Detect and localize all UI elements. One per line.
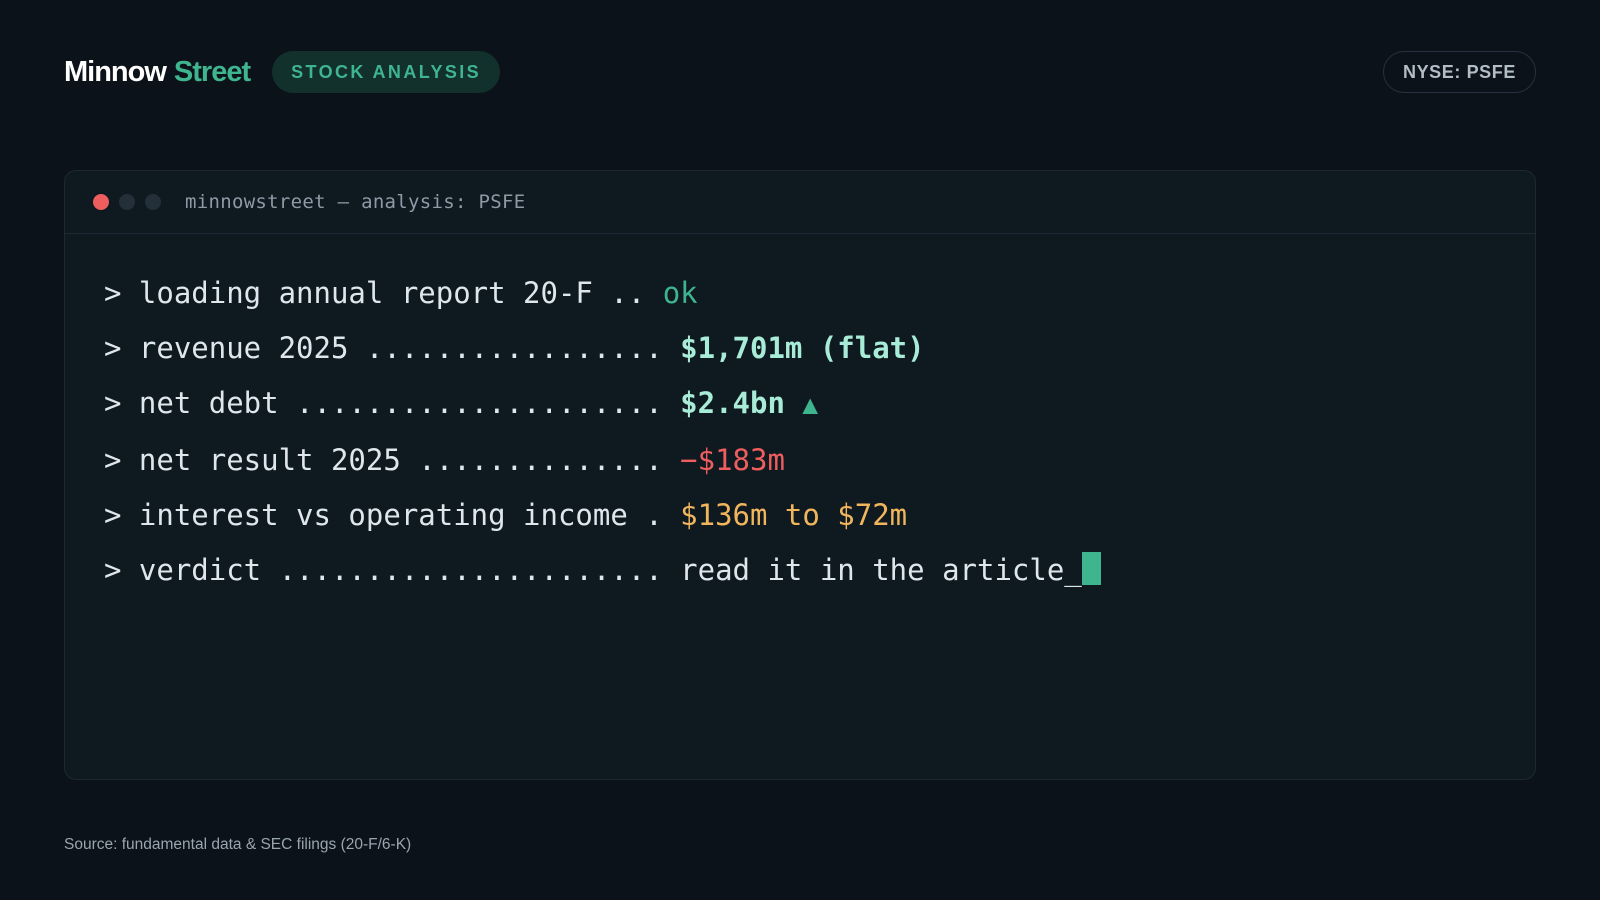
prompt-symbol: > bbox=[104, 498, 139, 532]
terminal-title: minnowstreet — analysis: PSFE bbox=[185, 191, 526, 213]
terminal-line-loading: > loading annual report 20-F .. ok bbox=[104, 266, 1535, 321]
terminal-line-interest: > interest vs operating income . $136m t… bbox=[104, 488, 1535, 543]
minimize-dot-icon bbox=[119, 194, 135, 210]
trend-up-icon: ▲ bbox=[802, 390, 819, 420]
terminal-line-net-debt: > net debt ..................... $2.4bn … bbox=[104, 376, 1535, 433]
brand-name-part2: Street bbox=[173, 55, 251, 88]
line-label: net debt ..................... bbox=[138, 386, 681, 420]
maximize-dot-icon bbox=[145, 194, 161, 210]
text-cursor-icon bbox=[1081, 552, 1101, 585]
revenue-value: $1,701m (flat) bbox=[680, 331, 925, 365]
line-label: loading annual report 20-F .. bbox=[138, 276, 663, 310]
page-header: Minnow Street STOCK ANALYSIS NYSE: PSFE bbox=[64, 50, 1536, 94]
net-result-value: −$183m bbox=[680, 443, 785, 477]
line-label: interest vs operating income . bbox=[138, 498, 681, 532]
terminal-line-verdict: > verdict ...................... read it… bbox=[104, 543, 1535, 598]
terminal-line-net-result: > net result 2025 .............. −$183m bbox=[104, 433, 1535, 488]
interest-value: $136m to $72m bbox=[680, 498, 908, 532]
source-note: Source: fundamental data & SEC filings (… bbox=[64, 836, 412, 853]
line-label: net result 2025 .............. bbox=[138, 443, 681, 477]
section-tag: STOCK ANALYSIS bbox=[272, 51, 501, 93]
terminal-window: minnowstreet — analysis: PSFE > loading … bbox=[64, 170, 1536, 780]
terminal-output: > loading annual report 20-F .. ok > rev… bbox=[65, 234, 1535, 598]
prompt-symbol: > bbox=[104, 553, 139, 587]
terminal-line-revenue: > revenue 2025 ................. $1,701m… bbox=[104, 321, 1535, 376]
status-ok: ok bbox=[662, 276, 698, 310]
net-debt-value: $2.4bn bbox=[680, 386, 785, 420]
prompt-symbol: > bbox=[104, 386, 139, 420]
prompt-symbol: > bbox=[104, 443, 139, 477]
brand-logo[interactable]: Minnow Street bbox=[64, 55, 251, 89]
ticker-badge: NYSE: PSFE bbox=[1382, 51, 1536, 93]
terminal-title-bar: minnowstreet — analysis: PSFE bbox=[65, 171, 1535, 234]
prompt-symbol: > bbox=[104, 331, 139, 365]
prompt-symbol: > bbox=[104, 276, 139, 310]
verdict-value: read it in the article_ bbox=[680, 553, 1082, 587]
line-label: verdict ...................... bbox=[138, 553, 681, 587]
close-dot-icon bbox=[93, 194, 109, 210]
line-label: revenue 2025 ................. bbox=[138, 331, 681, 365]
brand-name-part1: Minnow bbox=[64, 55, 167, 88]
